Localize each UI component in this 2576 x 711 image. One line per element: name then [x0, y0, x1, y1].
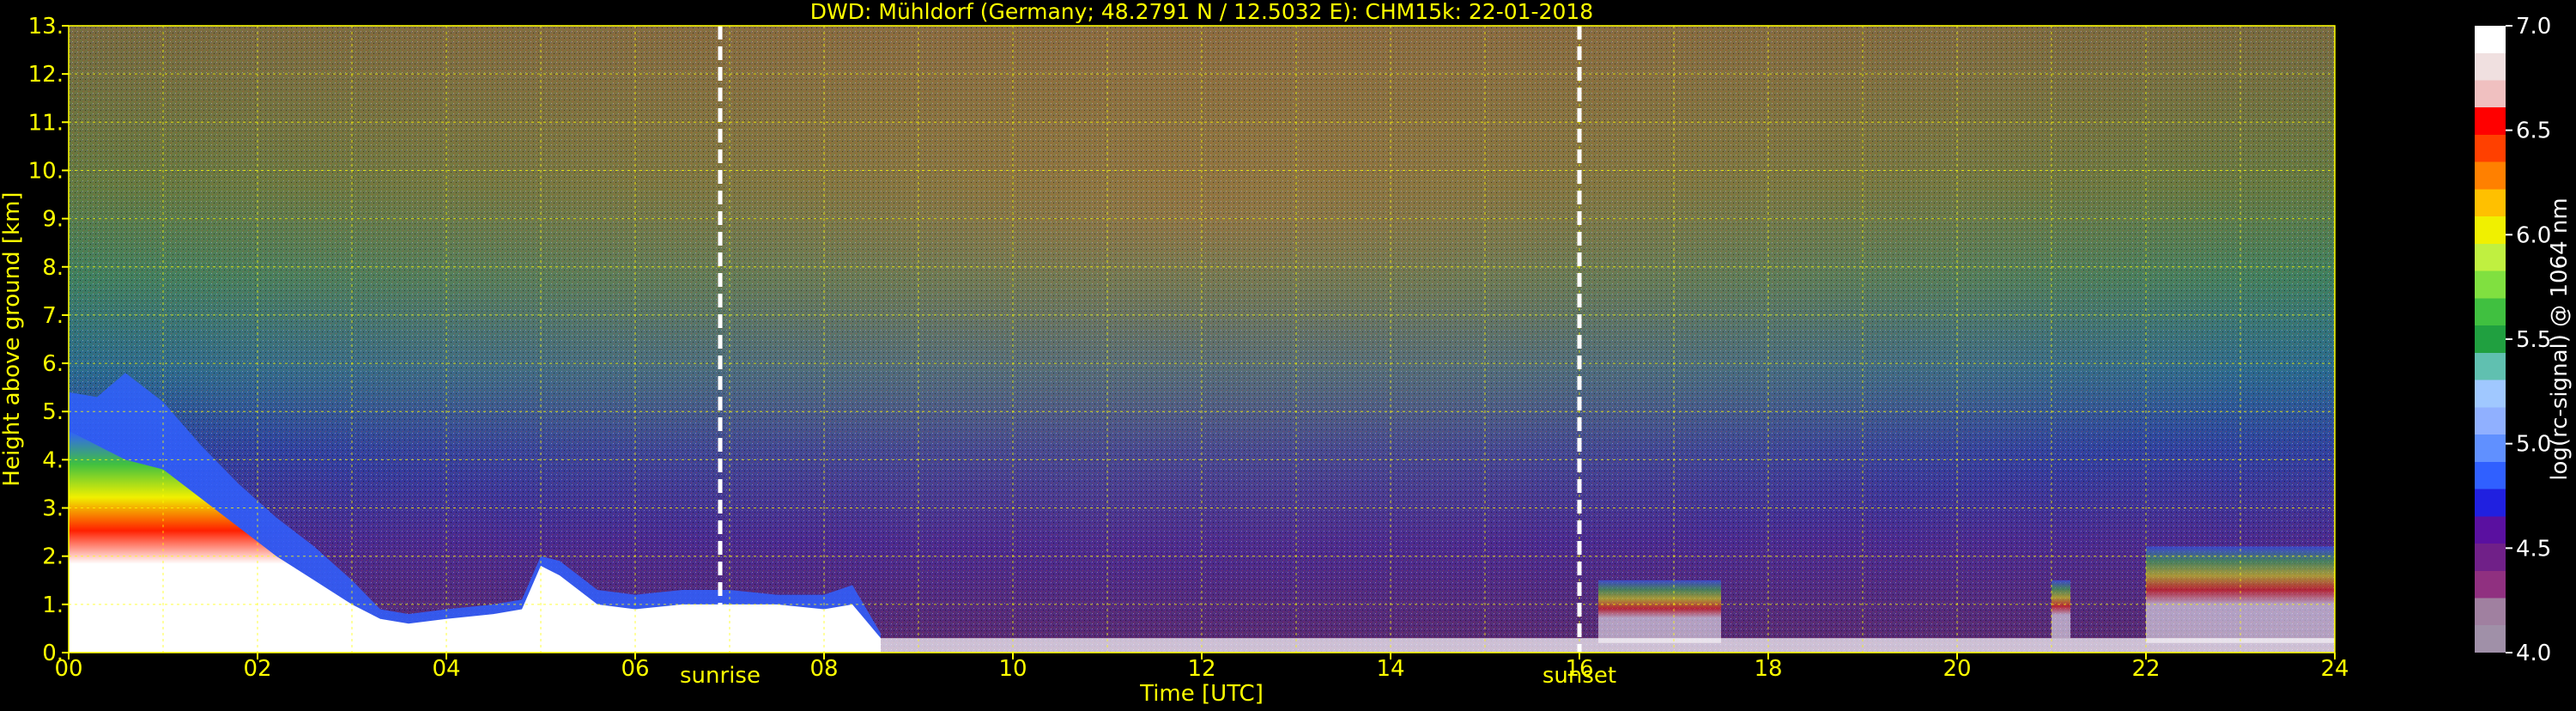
- x-tick-label: 12: [1187, 656, 1215, 682]
- chart-title: DWD: Mühldorf (Germany; 48.2791 N / 12.5…: [810, 0, 1593, 24]
- x-tick-label: 16: [1565, 656, 1593, 682]
- y-tick-label: 10.: [28, 158, 64, 184]
- colorbar-tick-label: 4.5: [2516, 536, 2551, 562]
- y-tick-label: 7.: [42, 303, 64, 329]
- colorbar-gradient: [2475, 26, 2506, 653]
- x-tick-label: 20: [1943, 656, 1971, 682]
- x-tick-label: 18: [1754, 656, 1782, 682]
- y-tick-label: 8.: [42, 255, 64, 281]
- near-ground-signal: [881, 638, 2335, 653]
- colorbar-label: log(rc-signal) @ 1064 nm: [2547, 198, 2573, 480]
- y-tick-label: 9.: [42, 207, 64, 233]
- x-tick-label: 24: [2320, 656, 2349, 682]
- ceilometer-chart: sunrise sunset 00 02 04 06 08 10 12 14 16 18 20 22 24…: [0, 0, 2576, 708]
- colorbar-tick-label: 6.5: [2516, 118, 2551, 144]
- colorbar-tick-label: 4.0: [2516, 641, 2551, 666]
- x-tick-label: 10: [998, 656, 1027, 682]
- colorbar: 4.04.55.05.56.06.57.0 log(rc-signal) @ 1…: [2475, 14, 2573, 666]
- x-tick-label: 04: [432, 656, 460, 682]
- y-tick-label: 3.: [42, 496, 64, 522]
- x-tick-label: 06: [621, 656, 649, 682]
- y-tick-label: 5.: [42, 399, 64, 425]
- y-tick-label: 13.: [28, 14, 64, 40]
- x-axis-label: Time [UTC]: [1139, 681, 1264, 707]
- evening-layer: [2052, 580, 2070, 639]
- x-tick-label: 02: [243, 656, 271, 682]
- x-tick-label: 22: [2131, 656, 2160, 682]
- y-tick-label: 6.: [42, 351, 64, 377]
- event-label-sunrise: sunrise: [680, 663, 761, 689]
- y-axis-label: Height above ground [km]: [0, 191, 25, 486]
- y-tick-label: 11.: [28, 110, 64, 136]
- x-tick-label: 14: [1376, 656, 1404, 682]
- plot-area: sunrise sunset: [68, 25, 2336, 689]
- y-tick-label: 12.: [28, 62, 64, 88]
- y-tick-label: 2.: [42, 544, 64, 570]
- colorbar-ticks: 4.04.55.05.56.06.57.0: [2506, 14, 2551, 666]
- y-tick-label: 1.: [42, 592, 64, 618]
- y-tick-label: 0.: [42, 641, 64, 666]
- y-tick-label: 4.: [42, 447, 64, 473]
- chart-svg: sunrise sunset 00 02 04 06 08 10 12 14 16 18 20 22 24…: [0, 0, 2573, 707]
- evening-layer: [1598, 580, 1721, 643]
- colorbar-tick-label: 7.0: [2516, 14, 2551, 40]
- x-tick-label: 08: [809, 656, 838, 682]
